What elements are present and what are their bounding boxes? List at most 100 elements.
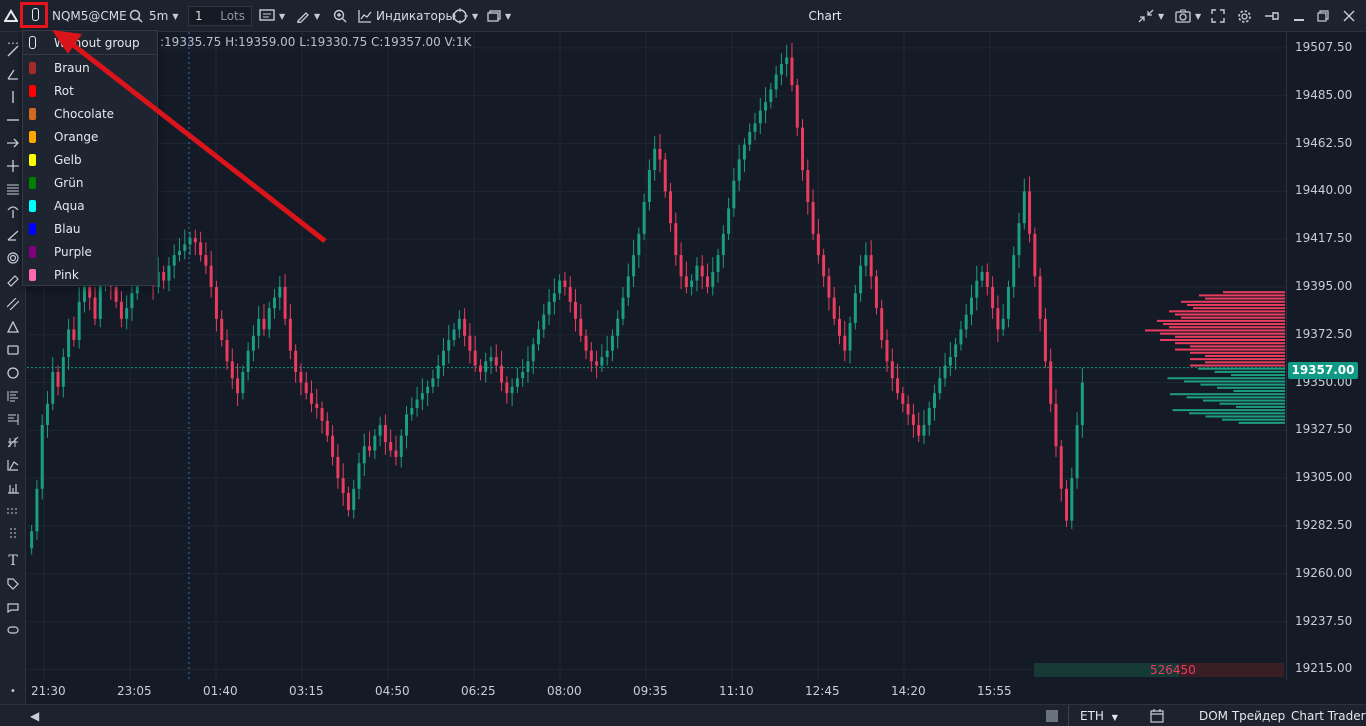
candle-body	[647, 170, 651, 202]
candle-body	[758, 110, 762, 124]
dotted-line-icon[interactable]	[4, 502, 22, 520]
time-tick: 15:55	[977, 684, 1012, 698]
indicators-button[interactable]: Индикаторы	[358, 0, 455, 32]
restore-button[interactable]	[1317, 0, 1329, 32]
candle-body	[56, 371, 60, 387]
scroll-left-icon[interactable]: ◀	[30, 705, 39, 726]
chart-trader-button[interactable]: Chart Trader	[1291, 705, 1366, 726]
triangle-icon[interactable]	[4, 318, 22, 336]
session-dropdown[interactable]: ETH ▼	[1080, 705, 1118, 726]
callout-icon[interactable]	[4, 598, 22, 616]
quantity-field[interactable]: 1 Lots	[188, 0, 252, 32]
layout-button[interactable]: ▼	[487, 0, 511, 32]
candle-body	[262, 318, 266, 330]
fullscreen-button[interactable]	[1211, 0, 1225, 32]
price-label-icon[interactable]	[4, 621, 22, 639]
candle-body	[552, 293, 556, 302]
parallel-lines-icon[interactable]	[4, 180, 22, 198]
candle-body	[547, 301, 551, 315]
timeframe-dropdown[interactable]: 5m ▼	[149, 0, 178, 32]
volume-profile-bar	[1203, 399, 1285, 402]
fib-channel-icon[interactable]	[4, 433, 22, 451]
channel-icon[interactable]	[4, 295, 22, 313]
search-icon[interactable]	[129, 0, 143, 32]
candle-body	[911, 414, 915, 426]
link-button[interactable]: ▼	[1138, 0, 1164, 32]
candle-body	[383, 425, 387, 443]
fib-fan-icon[interactable]	[4, 479, 22, 497]
settings-button[interactable]	[1237, 0, 1252, 32]
candle-body	[436, 365, 440, 379]
ellipse-icon[interactable]	[4, 364, 22, 382]
chart-type-button[interactable]: ▼	[259, 0, 285, 32]
group-menu-item[interactable]: Without group	[23, 31, 157, 54]
cross-line-icon[interactable]	[4, 157, 22, 175]
dotted-vertical-icon[interactable]	[4, 525, 22, 543]
candle-body	[853, 293, 857, 324]
fib-retracement-icon[interactable]	[4, 387, 22, 405]
chart-canvas[interactable]	[27, 32, 1286, 680]
close-button[interactable]	[1343, 0, 1355, 32]
text-tool-icon[interactable]: T	[4, 552, 22, 570]
candle-body	[283, 286, 287, 319]
volume-profile-bar	[1238, 421, 1285, 424]
label-icon[interactable]	[4, 575, 22, 593]
spiral-icon[interactable]	[4, 249, 22, 267]
group-menu-item[interactable]: Rot	[23, 79, 157, 102]
drawing-tools-button[interactable]: ▼	[296, 0, 320, 32]
more-tools-icon[interactable]: •	[4, 682, 22, 700]
candle-body	[457, 318, 461, 330]
candle-body	[991, 286, 995, 309]
pitchfork-icon[interactable]	[4, 203, 22, 221]
ruler-icon[interactable]	[4, 272, 22, 290]
fib-timezone-icon[interactable]	[4, 456, 22, 474]
time-tick: 06:25	[461, 684, 496, 698]
candle-body	[579, 318, 583, 336]
rectangle-icon[interactable]	[4, 341, 22, 359]
group-menu-item[interactable]: Aqua	[23, 194, 157, 217]
vertical-line-icon[interactable]	[4, 88, 22, 106]
quantity-value: 1	[195, 9, 203, 23]
calendar-button[interactable]	[1150, 705, 1164, 726]
group-color-swatch	[29, 107, 36, 120]
candle-body	[859, 265, 863, 294]
candle-body	[679, 255, 683, 277]
candle-body	[420, 393, 424, 400]
candle-body	[230, 361, 234, 379]
candle-body	[77, 301, 81, 341]
group-menu-item[interactable]: Blau	[23, 217, 157, 240]
candle-body	[478, 365, 482, 372]
ray-icon[interactable]	[4, 226, 22, 244]
group-menu-item[interactable]: Purple	[23, 240, 157, 263]
minimize-button[interactable]	[1294, 0, 1304, 32]
volume-profile-bar	[1157, 319, 1285, 322]
group-menu-item[interactable]: Chocolate	[23, 102, 157, 125]
angle-icon[interactable]	[4, 65, 22, 83]
trend-line-icon[interactable]	[4, 42, 22, 60]
candle-body	[193, 238, 197, 243]
scrollbar-thumb[interactable]	[1046, 710, 1058, 722]
symbol-selector[interactable]: NQM5@CME	[52, 0, 127, 32]
volume-profile-bar	[1170, 393, 1285, 396]
time-axis[interactable]: 21:30 23:05 01:40 03:15 04:50 06:25 08:00 09:35…	[27, 680, 1286, 704]
candle-body	[996, 308, 1000, 330]
pin-button[interactable]	[1264, 0, 1280, 32]
dom-trader-button[interactable]: DOM Трейдер	[1199, 705, 1285, 726]
screenshot-button[interactable]: ▼	[1175, 0, 1201, 32]
group-menu-item[interactable]: Pink	[23, 263, 157, 286]
candle-body	[468, 335, 472, 351]
volume-profile-bar	[1169, 310, 1285, 313]
zoom-icon[interactable]	[333, 0, 347, 32]
candle-body	[595, 361, 599, 366]
horizontal-line-icon[interactable]	[4, 111, 22, 129]
price-tick: 19237.50	[1295, 613, 1353, 628]
group-menu-item[interactable]: Braun	[23, 56, 157, 79]
candle-body	[748, 131, 752, 145]
price-axis[interactable]: 19507.50 19485.00 19462.50 19440.00 19417.50…	[1286, 32, 1366, 680]
group-menu-item[interactable]: Grün	[23, 171, 157, 194]
fib-extension-icon[interactable]	[4, 410, 22, 428]
arrow-right-icon[interactable]	[4, 134, 22, 152]
group-menu-item[interactable]: Orange	[23, 125, 157, 148]
group-menu-item[interactable]: Gelb	[23, 148, 157, 171]
crosshair-button[interactable]: ▼	[452, 0, 478, 32]
